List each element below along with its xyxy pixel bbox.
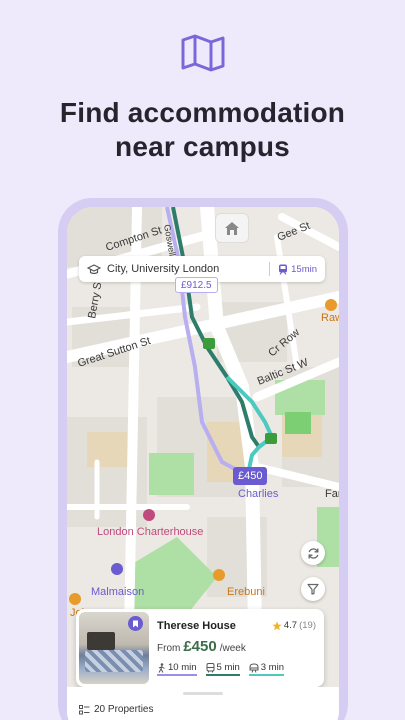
list-icon (79, 704, 90, 714)
train-time: 3 min (248, 662, 284, 676)
refresh-button[interactable] (301, 541, 325, 565)
rating-value: 4.7 (283, 620, 298, 631)
home-icon (225, 221, 239, 235)
properties-count-label: 20 Properties (94, 704, 154, 715)
place-label-erebuni: Erebuni (227, 586, 265, 598)
bookmark-icon (133, 620, 138, 627)
favorite-button[interactable] (128, 616, 143, 631)
commute-times: 10 min 5 min 3 min (157, 662, 284, 676)
train-icon (249, 662, 259, 673)
map-icon (181, 34, 225, 72)
walk-time-value: 10 min (168, 662, 197, 673)
sheet-handle[interactable] (183, 692, 223, 695)
bus-icon (206, 662, 215, 672)
phone-screen: Gee St Compton St Berry St Great Sutton … (67, 207, 339, 720)
property-rating: 4.7 (19) (272, 620, 316, 631)
price-value: £450 (183, 638, 217, 655)
filter-button[interactable] (301, 577, 325, 601)
price-row: From £450 /week (157, 638, 246, 655)
search-location: City, University London (107, 263, 220, 275)
walk-time: 10 min (157, 662, 197, 676)
property-name: Therese House (157, 620, 236, 632)
divider (269, 262, 271, 276)
bus-time-value: 5 min (216, 662, 240, 673)
price-unit: /week (219, 643, 246, 654)
place-label-malmaison: Malmaison (91, 586, 144, 598)
place-label-charlies: Charlies (238, 488, 279, 500)
headline-line-2: near campus (115, 131, 290, 162)
headline: Find accommodation near campus (0, 96, 405, 164)
properties-count: 20 Properties (79, 704, 153, 715)
filter-icon (307, 583, 319, 595)
train-time-value: 3 min (260, 662, 284, 673)
home-button[interactable] (215, 213, 249, 243)
bus-time: 5 min (205, 662, 240, 676)
place-label-london-charterhouse: London Charterhouse (97, 526, 203, 538)
price-marker[interactable]: £912.5 (175, 277, 218, 293)
travel-time[interactable]: 15min (278, 264, 317, 275)
refresh-icon (308, 547, 318, 559)
street-label: Fann (325, 488, 339, 500)
price-prefix: From (157, 643, 181, 654)
walking-icon (158, 662, 165, 673)
review-count: (19) (299, 620, 316, 631)
headline-line-1: Find accommodation (59, 97, 346, 128)
travel-time-value: 15min (291, 263, 317, 275)
price-marker-selected[interactable]: £450 (233, 467, 268, 485)
train-icon (279, 264, 288, 275)
bottom-sheet[interactable]: 20 Properties (67, 687, 339, 720)
place-label-raw: Raw (321, 312, 339, 324)
graduation-cap-icon (87, 263, 101, 274)
star-icon (272, 621, 282, 630)
phone-frame: Gee St Compton St Berry St Great Sutton … (58, 198, 348, 720)
property-card[interactable]: Therese House 4.7 (19) From £450 /week 1… (76, 609, 324, 687)
